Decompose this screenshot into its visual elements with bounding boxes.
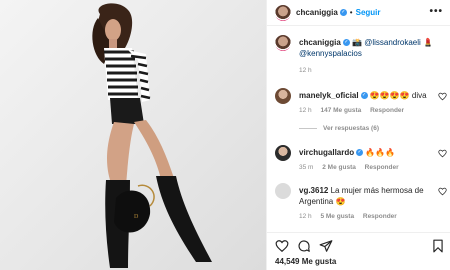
comment-icon[interactable] xyxy=(297,239,311,253)
comment-row: vg.3612 La mujer más hermosa de Argentin… xyxy=(275,183,447,227)
caption-text-mid: 💄 xyxy=(420,38,433,47)
post-side-panel: chcaniggia ✓ • Seguir ••• chcaniggia ✓ 📸 … xyxy=(266,0,450,270)
comment-likes[interactable]: 5 Me gusta xyxy=(320,213,354,220)
comment-text: vg.3612 La mujer más hermosa de Argentin… xyxy=(299,185,441,222)
author-avatar[interactable] xyxy=(275,4,291,21)
svg-text:D: D xyxy=(134,214,139,220)
verified-badge-icon: ✓ xyxy=(360,92,368,100)
caption-mention-kennyspalacios[interactable]: @kennyspalacios xyxy=(299,49,362,58)
view-replies-button[interactable]: Ver respuestas (6) xyxy=(299,125,379,132)
comment-username[interactable]: manelyk_oficial xyxy=(299,91,359,100)
comment-time[interactable]: 12 h xyxy=(299,213,312,220)
likes-count[interactable]: 44,549 Me gusta xyxy=(275,257,336,266)
caption-meta: 12 h xyxy=(299,65,441,76)
comment-meta: 35 m 2 Me gusta Responder xyxy=(299,162,441,173)
comment-likes[interactable]: 2 Me gusta xyxy=(322,164,356,171)
heart-icon[interactable] xyxy=(438,187,447,196)
comment-row: virchugallardo ✓ 🔥🔥🔥 35 m 2 Me gusta Resp… xyxy=(275,145,447,175)
bookmark-icon[interactable] xyxy=(431,239,445,253)
author-username[interactable]: chcaniggia xyxy=(296,8,338,17)
replies-divider xyxy=(299,127,317,129)
comment-text: manelyk_oficial ✓ 😍😍😍😍 diva 12 h 147 Me g… xyxy=(299,90,441,116)
caption-text: chcaniggia ✓ 📸 @lissandrokaeli 💄 @kennysp… xyxy=(299,37,441,76)
comment-meta: 12 h 5 Me gusta Responder xyxy=(299,211,441,222)
heart-icon[interactable] xyxy=(438,92,447,101)
heart-icon[interactable] xyxy=(438,149,447,158)
follow-button[interactable]: Seguir xyxy=(356,8,381,17)
separator: • xyxy=(349,8,353,17)
post-photo[interactable]: D xyxy=(0,0,266,270)
share-icon[interactable] xyxy=(319,239,333,253)
comment-time[interactable]: 35 m xyxy=(299,164,313,171)
commenter-avatar[interactable] xyxy=(275,88,291,104)
caption-text-prefix: 📸 xyxy=(349,38,365,47)
heart-icon[interactable] xyxy=(275,239,289,253)
comment-likes[interactable]: 147 Me gusta xyxy=(320,107,361,114)
comments-list: chcaniggia ✓ 📸 @lissandrokaeli 💄 @kennysp… xyxy=(267,27,450,232)
comment-meta: 12 h 147 Me gusta Responder xyxy=(299,105,441,116)
reply-button[interactable]: Responder xyxy=(363,213,397,220)
caption-time[interactable]: 12 h xyxy=(299,67,312,74)
reply-button[interactable]: Responder xyxy=(370,107,404,114)
caption-mention-lissandrokaeli[interactable]: @lissandrokaeli xyxy=(364,38,421,47)
commenter-avatar[interactable] xyxy=(275,145,291,161)
instagram-post-window: D chcaniggia ✓ • Seguir ••• chcaniggia ✓ … xyxy=(0,0,450,270)
comment-body: 🔥🔥🔥 xyxy=(363,148,396,157)
caption-username[interactable]: chcaniggia xyxy=(299,38,341,47)
view-replies-label: Ver respuestas (6) xyxy=(323,125,380,132)
model-illustration: D xyxy=(92,3,212,268)
reply-button[interactable]: Responder xyxy=(365,164,399,171)
comment-row: manelyk_oficial ✓ 😍😍😍😍 diva 12 h 147 Me g… xyxy=(275,88,447,138)
author-avatar[interactable] xyxy=(275,35,291,51)
comment-body: 😍😍😍😍 diva xyxy=(367,91,427,100)
comment-time[interactable]: 12 h xyxy=(299,107,312,114)
post-header: chcaniggia ✓ • Seguir ••• xyxy=(267,0,450,26)
comment-username[interactable]: virchugallardo xyxy=(299,148,354,157)
verified-badge-icon: ✓ xyxy=(339,9,347,16)
comment-text: virchugallardo ✓ 🔥🔥🔥 35 m 2 Me gusta Resp… xyxy=(299,147,441,173)
comment-username[interactable]: vg.3612 xyxy=(299,186,328,195)
verified-badge-icon: ✓ xyxy=(342,39,350,47)
more-options-icon[interactable]: ••• xyxy=(429,6,443,17)
post-caption: chcaniggia ✓ 📸 @lissandrokaeli 💄 @kennysp… xyxy=(275,35,445,81)
post-actions-footer: 44,549 Me gusta xyxy=(267,232,450,270)
commenter-avatar[interactable] xyxy=(275,183,291,199)
action-bar xyxy=(275,239,445,253)
